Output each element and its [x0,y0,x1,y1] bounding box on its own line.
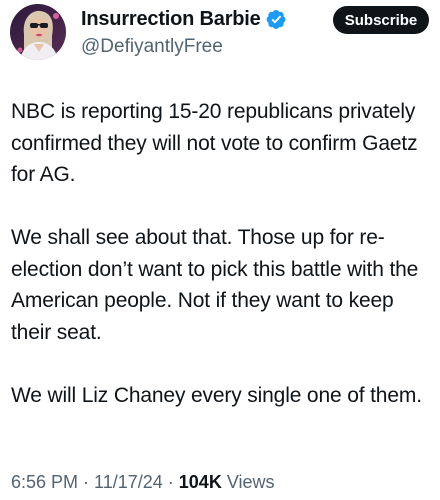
tweet-paragraph: NBC is reporting 15-20 republicans priva… [11,100,418,186]
verified-badge-icon [266,9,287,30]
tweet-time[interactable]: 6:56 PM [11,472,78,492]
avatar[interactable] [10,4,66,60]
tweet-text: NBC is reporting 15-20 republicans priva… [11,96,437,411]
views-label: Views [221,472,275,492]
meta-separator: · [162,472,179,492]
name-row: Insurrection Barbie [81,6,287,32]
views-count: 104K [178,472,222,492]
meta-separator: · [78,472,95,492]
display-name[interactable]: Insurrection Barbie [81,8,261,31]
tweet-meta: 6:56 PM · 11/17/24 · 104K Views [11,472,275,493]
subscribe-button[interactable]: Subscribe [333,6,429,34]
author-handle[interactable]: @DefiyantlyFree [81,36,287,58]
tweet-paragraph: We will Liz Chaney every single one of t… [11,383,422,407]
tweet-header: Insurrection Barbie @DefiyantlyFree Subs… [0,0,440,80]
tweet-paragraph: We shall see about that. Those up for re… [11,226,419,344]
tweet: Insurrection Barbie @DefiyantlyFree Subs… [0,0,440,500]
tweet-date[interactable]: 11/17/24 [94,472,163,492]
author-block: Insurrection Barbie @DefiyantlyFree [81,6,287,58]
avatar-image [10,4,66,60]
